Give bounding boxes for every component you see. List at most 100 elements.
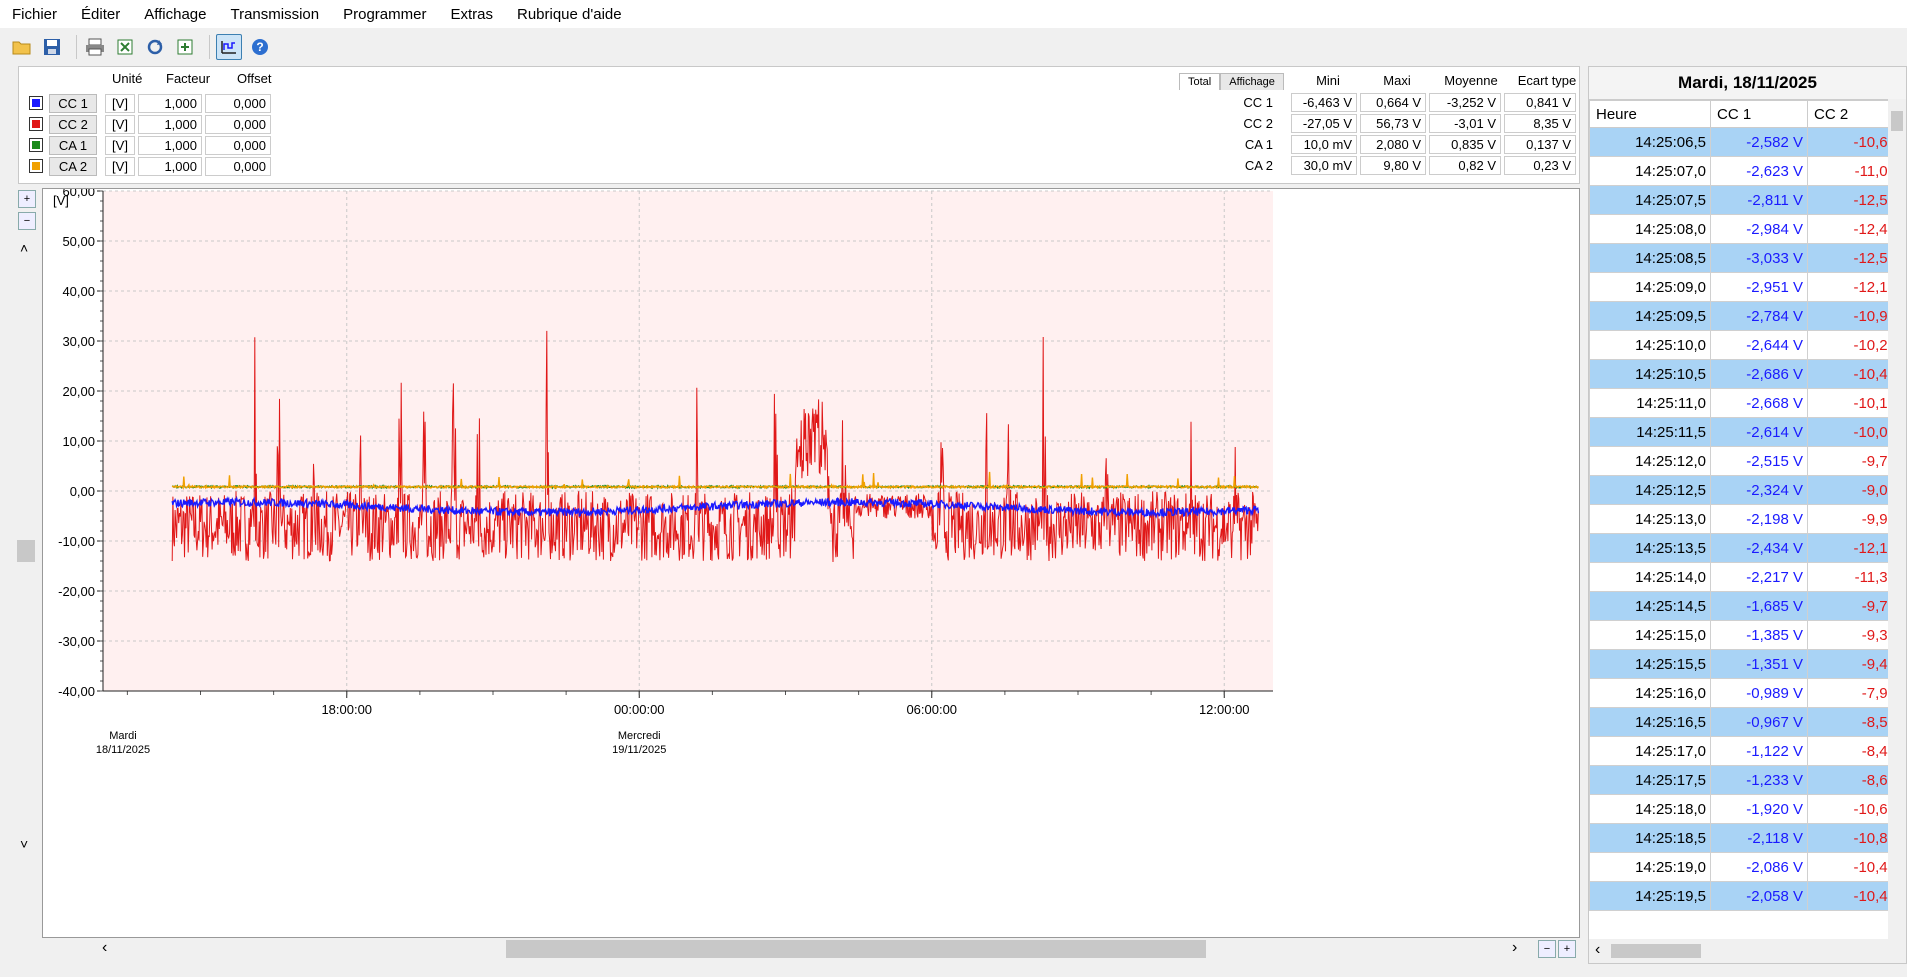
unit-value[interactable]: [V] — [105, 93, 135, 113]
offset-value[interactable]: 0,000 — [205, 156, 271, 176]
stats-row-ca1: CA 1 10,0 mV 2,080 V 0,835 V 0,137 V — [1225, 135, 1579, 154]
zoom-out-icon[interactable]: − — [18, 212, 36, 230]
zoom-in-icon[interactable]: + — [18, 190, 36, 208]
print-icon[interactable] — [83, 35, 107, 59]
channel-name[interactable]: CC 2 — [49, 114, 97, 134]
cell-time: 14:25:09,5 — [1589, 301, 1711, 331]
channel-row-cc1: CC 1 [V] 1,000 0,000 — [29, 93, 274, 113]
table-row[interactable]: 14:25:16,0 -0,989 V -7,93 — [1589, 678, 1901, 708]
horizontal-scrollbar[interactable]: ‹ › — [88, 939, 1518, 958]
factor-value[interactable]: 1,000 — [138, 93, 202, 113]
table-row[interactable]: 14:25:09,5 -2,784 V -10,90 — [1589, 301, 1901, 331]
table-horizontal-scrollbar[interactable]: ‹ — [1589, 939, 1906, 963]
offset-value[interactable]: 0,000 — [205, 114, 271, 134]
table-row[interactable]: 14:25:12,5 -2,324 V -9,08 — [1589, 475, 1901, 505]
channel-checkbox[interactable] — [29, 96, 43, 110]
table-row[interactable]: 14:25:19,5 -2,058 V -10,46 — [1589, 881, 1901, 911]
scroll-up-icon[interactable]: ˄ — [20, 240, 28, 256]
table-row[interactable]: 14:25:08,5 -3,033 V -12,58 — [1589, 243, 1901, 273]
cell-time: 14:25:06,5 — [1589, 127, 1711, 157]
save-icon[interactable] — [40, 35, 64, 59]
table-row[interactable]: 14:25:17,0 -1,122 V -8,45 — [1589, 736, 1901, 766]
cell-cc2: -10,87 — [1807, 823, 1901, 853]
help-icon[interactable]: ? — [248, 35, 272, 59]
channel-name[interactable]: CA 2 — [49, 156, 97, 176]
col-heure[interactable]: Heure — [1589, 100, 1711, 128]
zoom-x-in-icon[interactable]: + — [1558, 940, 1576, 958]
unit-value[interactable]: [V] — [105, 114, 135, 134]
offset-value[interactable]: 0,000 — [205, 135, 271, 155]
menu-fichier[interactable]: Fichier — [0, 6, 69, 23]
table-row[interactable]: 14:25:19,0 -2,086 V -10,41 — [1589, 852, 1901, 882]
y-axis-label: [V] — [53, 193, 69, 208]
menu-help[interactable]: Rubrique d'aide — [505, 6, 634, 23]
date-label-day: Mardi — [109, 730, 137, 742]
menu-editer[interactable]: Éditer — [69, 6, 132, 23]
col-cc1[interactable]: CC 1 — [1710, 100, 1808, 128]
table-row[interactable]: 14:25:11,0 -2,668 V -10,18 — [1589, 388, 1901, 418]
unit-value[interactable]: [V] — [105, 135, 135, 155]
factor-value[interactable]: 1,000 — [138, 135, 202, 155]
table-row[interactable]: 14:25:18,0 -1,920 V -10,65 — [1589, 794, 1901, 824]
menu-programmer[interactable]: Programmer — [331, 6, 438, 23]
offset-value[interactable]: 0,000 — [205, 93, 271, 113]
import-icon[interactable] — [173, 35, 197, 59]
table-row[interactable]: 14:25:08,0 -2,984 V -12,43 — [1589, 214, 1901, 244]
horizontal-scroll-thumb[interactable] — [506, 940, 1206, 958]
channel-checkbox[interactable] — [29, 159, 43, 173]
table-hscroll-thumb[interactable] — [1611, 944, 1701, 958]
factor-value[interactable]: 1,000 — [138, 156, 202, 176]
table-row[interactable]: 14:25:06,5 -2,582 V -10,62 — [1589, 127, 1901, 157]
table-row[interactable]: 14:25:17,5 -1,233 V -8,66 — [1589, 765, 1901, 795]
table-row[interactable]: 14:25:10,0 -2,644 V -10,24 — [1589, 330, 1901, 360]
refresh-icon[interactable] — [143, 35, 167, 59]
channel-name[interactable]: CC 1 — [49, 93, 97, 113]
zoom-x-out-icon[interactable]: − — [1538, 940, 1556, 958]
table-row[interactable]: 14:25:14,5 -1,685 V -9,72 — [1589, 591, 1901, 621]
channel-checkbox[interactable] — [29, 138, 43, 152]
table-row[interactable]: 14:25:12,0 -2,515 V -9,75 — [1589, 446, 1901, 476]
tab-total[interactable]: Total — [1179, 73, 1221, 90]
cell-time: 14:25:19,5 — [1589, 881, 1711, 911]
cell-time: 14:25:17,0 — [1589, 736, 1711, 766]
unit-value[interactable]: [V] — [105, 156, 135, 176]
table-row[interactable]: 14:25:09,0 -2,951 V -12,14 — [1589, 272, 1901, 302]
scroll-left-icon[interactable]: ‹ — [102, 939, 107, 957]
table-row[interactable]: 14:25:16,5 -0,967 V -8,50 — [1589, 707, 1901, 737]
table-vertical-scrollbar[interactable] — [1888, 99, 1906, 939]
table-row[interactable]: 14:25:15,0 -1,385 V -9,36 — [1589, 620, 1901, 650]
table-row[interactable]: 14:25:14,0 -2,217 V -11,30 — [1589, 562, 1901, 592]
factor-value[interactable]: 1,000 — [138, 114, 202, 134]
table-row[interactable]: 14:25:11,5 -2,614 V -10,07 — [1589, 417, 1901, 447]
scroll-right-icon[interactable]: › — [1512, 939, 1517, 957]
cell-cc1: -1,122 V — [1710, 736, 1808, 766]
channel-checkbox[interactable] — [29, 117, 43, 131]
table-scroll-left-icon[interactable]: ‹ — [1595, 941, 1600, 959]
vertical-scroll-thumb[interactable] — [17, 540, 35, 562]
table-row[interactable]: 14:25:13,5 -2,434 V -12,14 — [1589, 533, 1901, 563]
chart-area[interactable]: 60,00 50,00 40,00 30,00 20,00 10,00 0,00 -10,00… — [42, 184, 1580, 938]
y-tick-label: 10,00 — [62, 434, 95, 449]
channel-row-cc2: CC 2 [V] 1,000 0,000 — [29, 114, 274, 134]
cell-cc1: -2,198 V — [1710, 504, 1808, 534]
export-icon[interactable] — [113, 35, 137, 59]
stats-row-cc1: CC 1 -6,463 V 0,664 V -3,252 V 0,841 V — [1225, 93, 1579, 112]
chart-svg[interactable]: 60,0050,0040,0030,0020,0010,000,00-10,00… — [43, 184, 1579, 937]
menu-transmission[interactable]: Transmission — [218, 6, 331, 23]
menu-extras[interactable]: Extras — [438, 6, 505, 23]
table-row[interactable]: 14:25:10,5 -2,686 V -10,42 — [1589, 359, 1901, 389]
cell-cc1: -2,324 V — [1710, 475, 1808, 505]
table-scroll-thumb[interactable] — [1891, 111, 1903, 131]
menu-affichage[interactable]: Affichage — [132, 6, 218, 23]
table-row[interactable]: 14:25:13,0 -2,198 V -9,95 — [1589, 504, 1901, 534]
table-row[interactable]: 14:25:07,5 -2,811 V -12,55 — [1589, 185, 1901, 215]
scroll-down-icon[interactable]: ˅ — [20, 836, 28, 852]
open-folder-icon[interactable] — [10, 35, 34, 59]
table-row[interactable]: 14:25:18,5 -2,118 V -10,87 — [1589, 823, 1901, 853]
channel-name[interactable]: CA 1 — [49, 135, 97, 155]
col-cc2[interactable]: CC 2 — [1807, 100, 1901, 128]
table-row[interactable]: 14:25:07,0 -2,623 V -11,06 — [1589, 156, 1901, 186]
tab-affichage[interactable]: Affichage — [1220, 73, 1284, 90]
table-row[interactable]: 14:25:15,5 -1,351 V -9,49 — [1589, 649, 1901, 679]
chart-view-icon[interactable] — [216, 34, 242, 60]
